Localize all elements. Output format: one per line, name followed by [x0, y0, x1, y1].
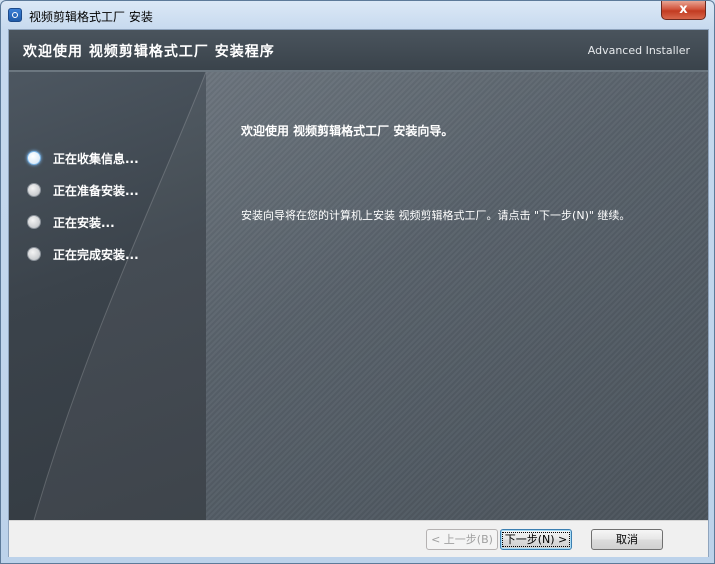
- welcome-description: 安装向导将在您的计算机上安装 视频剪辑格式工厂。请点击 "下一步(N)" 继续。: [241, 209, 631, 222]
- welcome-panel: 欢迎使用 视频剪辑格式工厂 安装向导。 安装向导将在您的计算机上安装 视频剪辑格…: [206, 72, 708, 520]
- button-bar: < 上一步(B) 下一步(N) > 取消: [9, 520, 708, 557]
- installer-app-icon: [8, 8, 22, 22]
- dialog-client-area: 欢迎使用 视频剪辑格式工厂 安装程序 Advanced Installer 正在…: [8, 29, 709, 557]
- installer-window: 视频剪辑格式工厂 安装 x 欢迎使用 视频剪辑格式工厂 安装程序 Advance…: [0, 0, 715, 564]
- step-installing: 正在安装...: [27, 212, 115, 232]
- step-label: 正在收集信息...: [53, 151, 139, 166]
- step-indicator: [27, 215, 41, 229]
- steps-sidebar: 正在收集信息... 正在准备安装... 正在安装... 正在完成安装...: [9, 72, 206, 520]
- sidebar-decoration: [33, 72, 206, 520]
- cancel-button-label: 取消: [616, 533, 638, 546]
- brand-label: Advanced Installer: [587, 44, 690, 57]
- cancel-button[interactable]: 取消: [591, 529, 663, 550]
- step-finishing: 正在完成安装...: [27, 244, 139, 264]
- step-label: 正在安装...: [53, 215, 115, 230]
- welcome-heading: 欢迎使用 视频剪辑格式工厂 安装向导。: [241, 124, 454, 138]
- step-indicator: [27, 247, 41, 261]
- back-button-label: < 上一步(B): [431, 533, 493, 546]
- wizard-title: 欢迎使用 视频剪辑格式工厂 安装程序: [23, 44, 275, 60]
- step-indicator: [27, 183, 41, 197]
- title-bar[interactable]: 视频剪辑格式工厂 安装 x: [1, 1, 714, 29]
- close-button[interactable]: x: [661, 1, 706, 20]
- back-button[interactable]: < 上一步(B): [426, 529, 498, 550]
- window-title: 视频剪辑格式工厂 安装: [29, 10, 153, 24]
- step-label: 正在准备安装...: [53, 183, 139, 198]
- step-label: 正在完成安装...: [53, 247, 139, 262]
- step-collecting-info: 正在收集信息...: [27, 148, 139, 168]
- step-preparing: 正在准备安装...: [27, 180, 139, 200]
- next-button[interactable]: 下一步(N) >: [500, 529, 572, 550]
- step-indicator-active: [27, 151, 41, 165]
- next-button-label: 下一步(N) >: [501, 532, 571, 547]
- wizard-header: 欢迎使用 视频剪辑格式工厂 安装程序 Advanced Installer: [9, 30, 708, 72]
